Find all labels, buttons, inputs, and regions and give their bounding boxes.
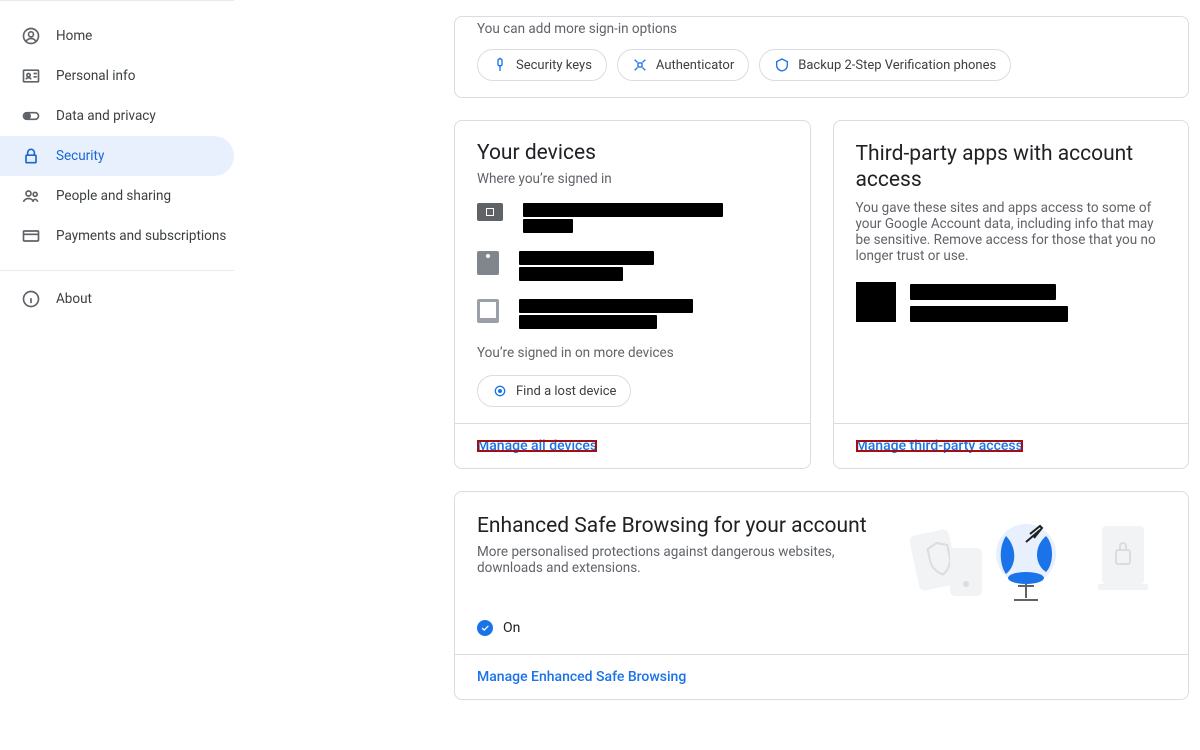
sidebar-item-label: Security [56,148,104,164]
people-icon [20,185,42,207]
device-row[interactable] [477,297,788,331]
sidebar-item-label: Personal info [56,68,135,84]
laptop-icon [477,203,503,221]
id-card-icon [20,65,42,87]
safe-status: On [503,620,520,636]
thirdparty-title: Third-party apps with account access [856,141,1167,194]
sidebar-item-personal[interactable]: Personal info [0,56,234,96]
safe-desc: More personalised protections against da… [477,544,882,576]
sidebar-divider [0,270,234,271]
sidebar-item-label: About [56,291,92,307]
thirdparty-desc: You gave these sites and apps access to … [856,200,1167,264]
signin-options-card: You can add more sign-in options Securit… [454,16,1189,98]
button-label: Find a lost device [516,384,616,399]
safe-title: Enhanced Safe Browsing for your account [477,514,882,538]
toggle-icon [20,105,42,127]
sidebar-item-security[interactable]: Security [0,136,234,176]
chip-backup-phones[interactable]: Backup 2-Step Verification phones [759,49,1011,81]
third-party-card: Third-party apps with account access You… [833,120,1190,469]
phone-icon [477,299,499,323]
sidebar: Home Personal info Data and privacy Secu… [0,0,234,700]
safe-browsing-card: Enhanced Safe Browsing for your account … [454,491,1189,700]
sidebar-item-about[interactable]: About [0,279,234,319]
safe-browsing-illustration [906,514,1166,604]
sidebar-item-privacy[interactable]: Data and privacy [0,96,234,136]
sidebar-item-label: People and sharing [56,188,171,204]
device-row[interactable] [477,201,788,235]
device-row[interactable] [477,249,788,283]
find-lost-device-button[interactable]: Find a lost device [477,375,631,407]
chip-security-keys[interactable]: Security keys [477,49,607,81]
sidebar-item-people[interactable]: People and sharing [0,176,234,216]
manage-third-party-link[interactable]: Manage third-party access [834,423,1189,468]
info-icon [20,288,42,310]
sidebar-item-home[interactable]: Home [0,16,234,56]
main-content: You can add more sign-in options Securit… [234,0,1200,700]
phone-icon [477,251,499,275]
card-icon [20,225,42,247]
user-circle-icon [20,25,42,47]
check-icon [477,620,493,636]
chip-label: Authenticator [656,58,734,73]
chip-authenticator[interactable]: Authenticator [617,49,749,81]
signin-options-chips: Security keys Authenticator Backup 2-Ste… [477,49,1188,81]
lock-icon [20,145,42,167]
chip-label: Backup 2-Step Verification phones [798,58,996,73]
sidebar-item-payments[interactable]: Payments and subscriptions [0,216,234,256]
your-devices-card: Your devices Where you’re signed in [454,120,811,469]
sidebar-item-label: Home [56,28,92,44]
manage-devices-link[interactable]: Manage all devices [455,423,810,468]
sidebar-item-label: Data and privacy [56,108,156,124]
devices-title: Your devices [477,141,788,165]
signin-options-intro: You can add more sign-in options [477,21,1188,49]
devices-more-note: You’re signed in on more devices [477,345,788,361]
devices-subtitle: Where you’re signed in [477,171,788,187]
thirdparty-app-row[interactable] [856,282,1167,324]
app-icon [856,282,896,322]
chip-label: Security keys [516,58,592,73]
sidebar-item-label: Payments and subscriptions [56,228,226,244]
manage-safe-browsing-link[interactable]: Manage Enhanced Safe Browsing [455,654,1188,699]
